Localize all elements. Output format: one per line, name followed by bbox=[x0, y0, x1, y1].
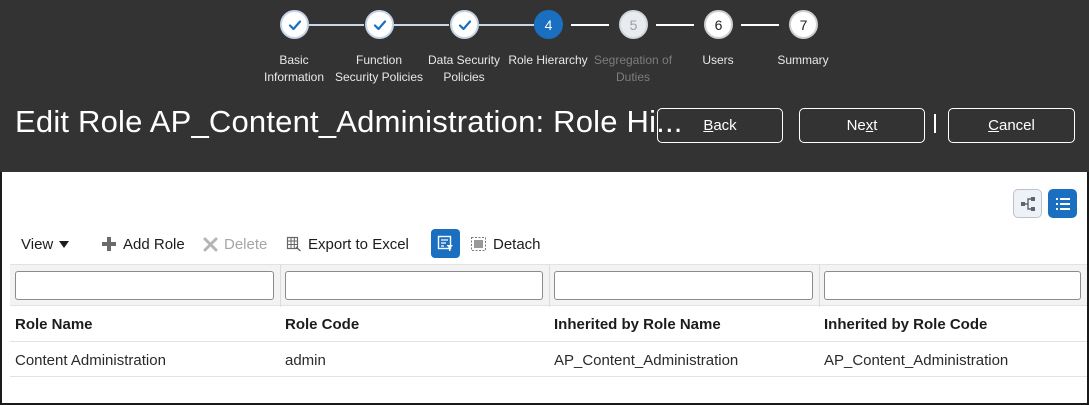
cell-inherited-role-name[interactable]: AP_Content_Administration bbox=[554, 352, 738, 369]
delete-x-icon bbox=[203, 237, 218, 252]
step-number: 5 bbox=[629, 16, 638, 33]
train-step-label: Segregation of Duties bbox=[593, 53, 673, 84]
column-header-inherited-role-name[interactable]: Inherited by Role Name bbox=[554, 316, 721, 333]
row-divider bbox=[10, 376, 1087, 377]
train-step-users[interactable]: 6 bbox=[704, 10, 733, 39]
train-step-label: Function Security Policies bbox=[334, 53, 424, 84]
train-step-role-hierarchy[interactable]: 4 bbox=[534, 10, 563, 39]
cell-role-name[interactable]: Content Administration bbox=[15, 352, 166, 369]
column-separator bbox=[280, 265, 281, 307]
train-step-data-security-policies[interactable] bbox=[450, 10, 479, 39]
plus-icon bbox=[101, 236, 117, 252]
filter-role-name-input[interactable] bbox=[15, 271, 274, 300]
filter-row bbox=[10, 264, 1087, 307]
button-separator bbox=[934, 114, 936, 133]
hierarchy-view-icon bbox=[1020, 196, 1035, 211]
train-step-segregation-of-duties: 5 bbox=[619, 10, 648, 39]
caret-down-icon bbox=[59, 240, 70, 248]
train-step-label: Basic Information bbox=[263, 53, 325, 84]
cell-inherited-role-code[interactable]: AP_Content_Administration bbox=[824, 352, 1008, 369]
train-connector bbox=[478, 24, 534, 26]
step-number: 7 bbox=[799, 16, 808, 33]
filter-inherited-role-name-input[interactable] bbox=[554, 271, 813, 300]
export-to-excel-label: Export to Excel bbox=[308, 235, 409, 253]
hierarchy-view-button[interactable] bbox=[1013, 189, 1042, 218]
column-separator bbox=[549, 265, 550, 307]
view-menu-label: View bbox=[21, 235, 54, 253]
export-spreadsheet-icon bbox=[286, 236, 302, 252]
step-number: 4 bbox=[544, 16, 553, 33]
detach-icon bbox=[470, 236, 487, 252]
step-number: 6 bbox=[714, 16, 723, 33]
checkmark-icon bbox=[288, 19, 301, 30]
column-header-role-name[interactable]: Role Name bbox=[15, 316, 93, 333]
query-by-example-icon bbox=[437, 235, 453, 251]
column-separator bbox=[819, 265, 820, 307]
column-header-role-code[interactable]: Role Code bbox=[285, 316, 359, 333]
train-connector bbox=[656, 24, 694, 26]
checkmark-icon bbox=[373, 19, 386, 30]
view-menu[interactable]: View bbox=[21, 232, 70, 256]
add-role-label: Add Role bbox=[123, 235, 185, 253]
next-button[interactable]: Ne x t bbox=[799, 108, 925, 143]
header-divider bbox=[10, 341, 1087, 342]
cancel-button[interactable]: Cancel bbox=[948, 108, 1075, 143]
train-connector bbox=[571, 24, 609, 26]
page-header: Basic Information Function Security Polici… bbox=[0, 0, 1089, 172]
train-step-label: Users bbox=[702, 53, 734, 67]
filter-inherited-role-code-input[interactable] bbox=[824, 271, 1081, 300]
detach-button[interactable]: Detach bbox=[470, 232, 541, 256]
detach-label: Detach bbox=[493, 235, 541, 253]
train-step-label: Role Hierarchy bbox=[508, 53, 588, 67]
delete-label: Delete bbox=[224, 235, 268, 253]
delete-button: Delete bbox=[203, 232, 267, 256]
train-connector bbox=[741, 24, 779, 26]
query-by-example-button[interactable] bbox=[431, 229, 460, 258]
train-connector bbox=[393, 24, 449, 26]
train-step-function-security-policies[interactable] bbox=[365, 10, 394, 39]
train-step-summary[interactable]: 7 bbox=[789, 10, 818, 39]
train-connector bbox=[308, 24, 364, 26]
list-view-button[interactable] bbox=[1048, 189, 1077, 218]
checkmark-icon bbox=[458, 19, 471, 30]
train-step-label: Data Security Policies bbox=[427, 53, 501, 84]
page-title: Edit Role AP_Content_Administration: Rol… bbox=[15, 104, 683, 139]
list-view-icon bbox=[1055, 197, 1070, 210]
cell-role-code[interactable]: admin bbox=[285, 352, 326, 369]
train-step-basic-information[interactable] bbox=[280, 10, 309, 39]
column-header-inherited-role-code[interactable]: Inherited by Role Code bbox=[824, 316, 987, 333]
filter-role-code-input[interactable] bbox=[285, 271, 543, 300]
train-step-label: Summary bbox=[777, 53, 829, 67]
back-button[interactable]: Back bbox=[657, 108, 783, 143]
add-role-button[interactable]: Add Role bbox=[101, 232, 185, 256]
export-to-excel-button[interactable]: Export to Excel bbox=[286, 232, 409, 256]
